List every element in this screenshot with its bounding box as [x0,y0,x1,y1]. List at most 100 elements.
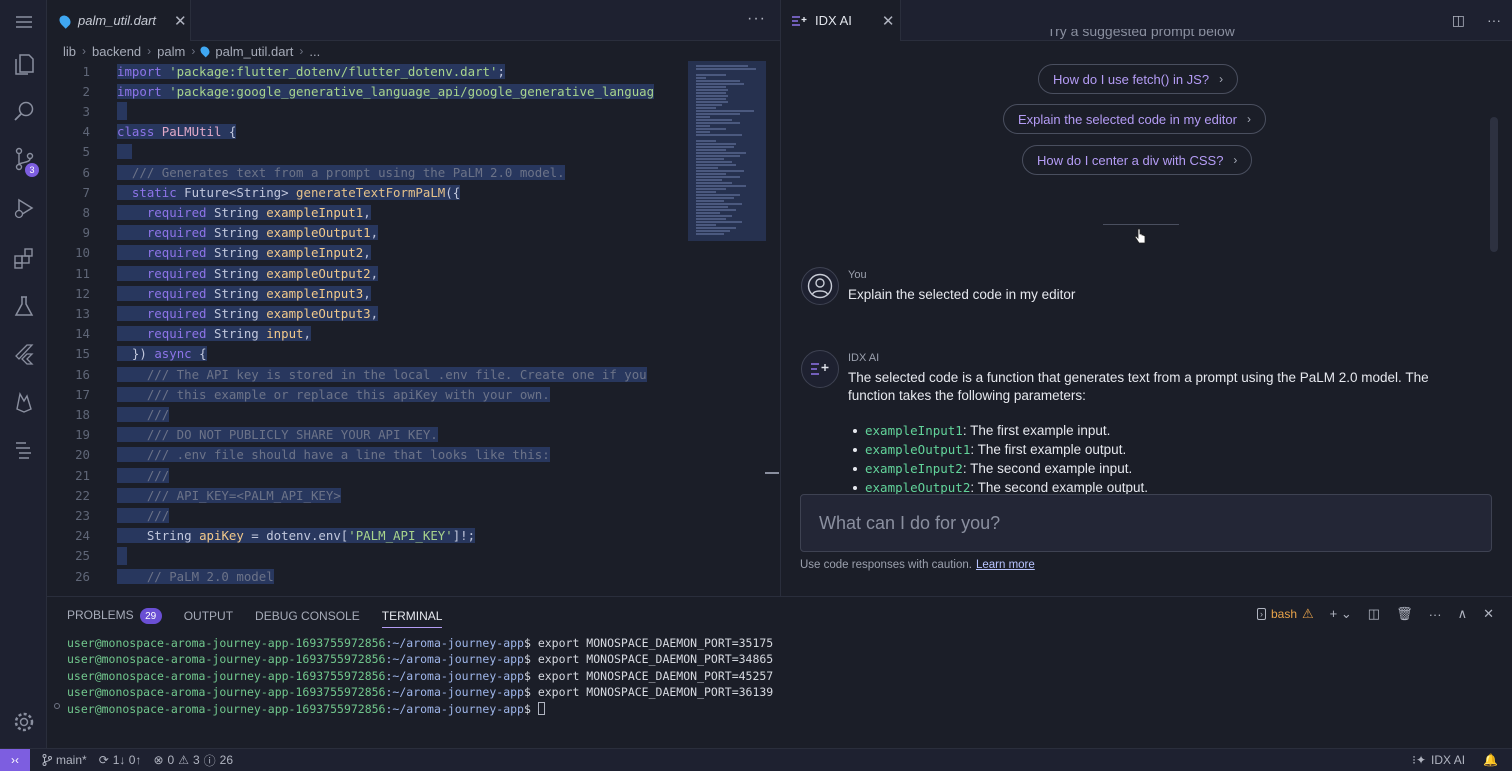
outline-icon[interactable] [0,431,47,471]
code-token: exampleOutput2 [266,265,371,281]
sync-indicator[interactable]: ⟳ 1↓ 0↑ [99,753,142,767]
tab-output[interactable]: OUTPUT [184,609,233,623]
breadcrumb-item[interactable]: lib [63,44,76,59]
breadcrumb-item[interactable]: backend [92,44,141,59]
line-number: 12 [75,285,90,301]
code-token: /// this example or replace this apiKey … [117,386,550,402]
more-actions-icon[interactable]: ··· [1429,607,1442,622]
close-icon[interactable]: ✕ [882,12,895,30]
code-line[interactable]: 21 /// [47,465,687,485]
line-number: 10 [75,245,90,261]
run-debug-icon[interactable] [0,188,47,228]
minimap-line [696,182,732,184]
scrollbar[interactable] [765,472,779,474]
code-token: ]!; [452,528,476,544]
code-line[interactable]: 13 required String exampleOutput3, [47,303,687,323]
minimap-line [696,167,718,169]
settings-icon[interactable] [0,702,47,742]
code-text: String apiKey = dotenv.env['PALM_API_KEY… [117,528,476,544]
code-line[interactable]: 15 }) async { [47,344,687,364]
code-line[interactable]: 14 required String input, [47,324,687,344]
breadcrumb-item[interactable]: ... [309,44,320,59]
code-token: String [213,326,267,342]
code-line[interactable]: 8 required String exampleInput1, [47,202,687,222]
chat-input[interactable]: What can I do for you? [800,494,1492,552]
problems-indicator[interactable]: ⊗ 0 ⚠ 3 ⓘ 26 [153,752,233,769]
close-icon[interactable]: ✕ [174,12,187,30]
code-line[interactable]: 5 [47,142,687,162]
more-actions-icon[interactable]: ··· [747,10,766,28]
more-actions-icon[interactable]: ··· [1487,12,1501,29]
add-terminal-icon[interactable]: + ⌄ [1330,606,1352,622]
breadcrumb-item[interactable]: palm_util.dart [215,44,293,59]
code-line[interactable]: 18 /// [47,404,687,424]
code-line[interactable]: 25 [47,546,687,566]
code-line[interactable]: 9 required String exampleOutput1, [47,223,687,243]
code-area[interactable]: 1 import 'package:flutter_dotenv/flutter_… [47,61,687,596]
source-control-icon[interactable]: 3 [0,139,47,179]
minimap-line [696,233,724,235]
code-line[interactable]: 24 String apiKey = dotenv.env['PALM_API_… [47,526,687,546]
minimap-line [696,128,726,130]
error-count: 0 [167,753,175,767]
tab-terminal[interactable]: TERMINAL [381,609,443,628]
minimap-line [696,155,740,157]
breadcrumb-item[interactable]: palm [157,44,185,59]
code-line[interactable]: 11 required String exampleOutput2, [47,263,687,283]
trash-icon[interactable]: 🗑 [1396,606,1413,622]
remote-icon[interactable]: ›‹ [0,748,30,771]
branch-indicator[interactable]: main* [42,753,87,767]
learn-more-link[interactable]: Learn more [976,559,1035,571]
minimap[interactable] [688,61,766,241]
code-line[interactable]: 6 /// Generates text from a prompt using… [47,162,687,182]
terminal-output[interactable]: user@monospace-aroma-journey-app-1693755… [67,635,773,717]
code-text: static Future<String> generateTextFormPa… [117,184,461,200]
code-line[interactable]: 1 import 'package:flutter_dotenv/flutter_… [47,61,687,81]
code-line[interactable]: 23 /// [47,505,687,525]
extensions-icon[interactable] [0,238,47,278]
code-token: /// .env file should have a line that lo… [117,447,550,463]
code-text: required String input, [117,326,311,342]
code-text [117,546,127,565]
code-line[interactable]: 22 /// API_KEY=<PALM_API_KEY> [47,485,687,505]
divider [1103,224,1179,225]
firebase-icon[interactable] [0,382,47,422]
code-text: required String exampleInput2, [117,245,371,261]
files-icon[interactable] [0,43,47,83]
suggestion-button[interactable]: How do I use fetch() in JS? › [1038,64,1239,94]
terminal-line: user@monospace-aroma-journey-app-1693755… [67,701,773,717]
code-line[interactable]: 2 import 'package:google_generative_langu… [47,81,687,101]
scrollbar[interactable] [1490,117,1498,252]
code-line[interactable]: 7 static Future<String> generateTextForm… [47,182,687,202]
terminal-shell-selector[interactable]: › bash ⚠ [1256,606,1314,622]
minimap-line [696,149,726,151]
idx-ai-status[interactable]: ⁝✦ IDX AI [1412,753,1465,767]
split-editor-icon[interactable]: ◫ [1452,12,1465,29]
maximize-panel-icon[interactable]: ∧ [1458,606,1468,622]
tab-problems[interactable]: PROBLEMS 29 [67,608,162,625]
code-line[interactable]: 4 class PaLMUtil { [47,122,687,142]
code-line[interactable]: 10 required String exampleInput2, [47,243,687,263]
code-line[interactable]: 16 /// The API key is stored in the loca… [47,364,687,384]
code-line[interactable]: 17 /// this example or replace this apiK… [47,384,687,404]
close-icon[interactable]: ✕ [1483,606,1494,622]
tab-debug-console[interactable]: DEBUG CONSOLE [255,609,360,623]
editor-tab-palm-util[interactable]: palm_util.dart ✕ [47,0,191,41]
flutter-icon[interactable] [0,334,47,374]
code-line[interactable]: 26 // PaLM 2.0 model [47,566,687,586]
testing-icon[interactable] [0,286,47,326]
terminal-user: user@monospace-aroma-journey-app-1693755… [67,636,386,650]
bell-icon[interactable]: 🔔 [1483,753,1498,767]
terminal-cmd: $ export MONOSPACE_DAEMON_PORT=35175 [523,636,774,650]
suggestion-button[interactable]: Explain the selected code in my editor › [1003,104,1266,134]
code-line[interactable]: 20 /// .env file should have a line that… [47,445,687,465]
code-line[interactable]: 3 [47,101,687,121]
menu-icon[interactable] [0,2,47,42]
split-terminal-icon[interactable]: ◫ [1368,606,1380,622]
code-token: /// DO NOT PUBLICLY SHARE YOUR API KEY. [117,427,438,443]
code-line[interactable]: 19 /// DO NOT PUBLICLY SHARE YOUR API KE… [47,425,687,445]
code-line[interactable]: 12 required String exampleInput3, [47,283,687,303]
search-icon[interactable] [0,91,47,131]
suggestion-button[interactable]: How do I center a div with CSS? › [1022,145,1253,175]
